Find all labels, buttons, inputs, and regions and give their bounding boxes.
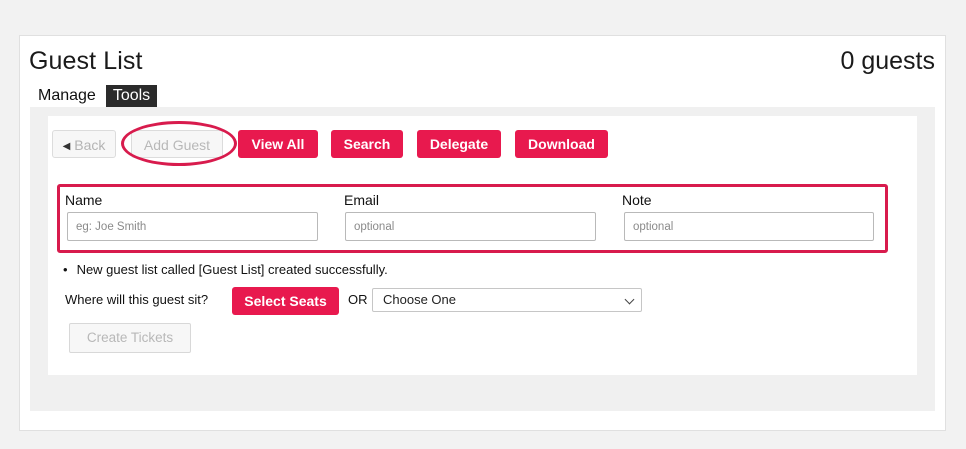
seat-question-label: Where will this guest sit?: [65, 292, 209, 307]
section-select-value: Choose One: [383, 292, 456, 307]
tab-bar: Manage Tools: [32, 85, 158, 107]
email-field[interactable]: [345, 212, 596, 241]
view-all-button[interactable]: View All: [238, 130, 318, 158]
bullet-icon: •: [63, 262, 68, 277]
add-guest-button[interactable]: Add Guest: [131, 130, 223, 158]
search-button[interactable]: Search: [331, 130, 403, 158]
note-label: Note: [622, 192, 652, 208]
email-label: Email: [344, 192, 380, 208]
name-label: Name: [65, 192, 103, 208]
tab-tools[interactable]: Tools: [105, 85, 158, 107]
or-label: OR: [348, 292, 368, 307]
caret-left-icon: ◀: [62, 141, 71, 152]
select-seats-button[interactable]: Select Seats: [232, 287, 339, 315]
tab-manage[interactable]: Manage: [32, 85, 102, 107]
page-title: Guest List: [29, 47, 143, 75]
back-button-label: Back: [74, 137, 106, 153]
guest-count: 0 guests: [840, 47, 935, 75]
back-button[interactable]: ◀ Back: [52, 130, 116, 158]
download-button[interactable]: Download: [515, 130, 608, 158]
name-field[interactable]: [67, 212, 318, 241]
create-tickets-button[interactable]: Create Tickets: [69, 323, 191, 353]
delegate-button[interactable]: Delegate: [417, 130, 501, 158]
success-message-text: New guest list called [Guest List] creat…: [76, 262, 388, 277]
success-message: • New guest list called [Guest List] crea…: [63, 262, 388, 277]
chevron-down-icon: [624, 294, 635, 305]
note-field[interactable]: [624, 212, 874, 241]
section-select[interactable]: Choose One: [372, 288, 642, 312]
